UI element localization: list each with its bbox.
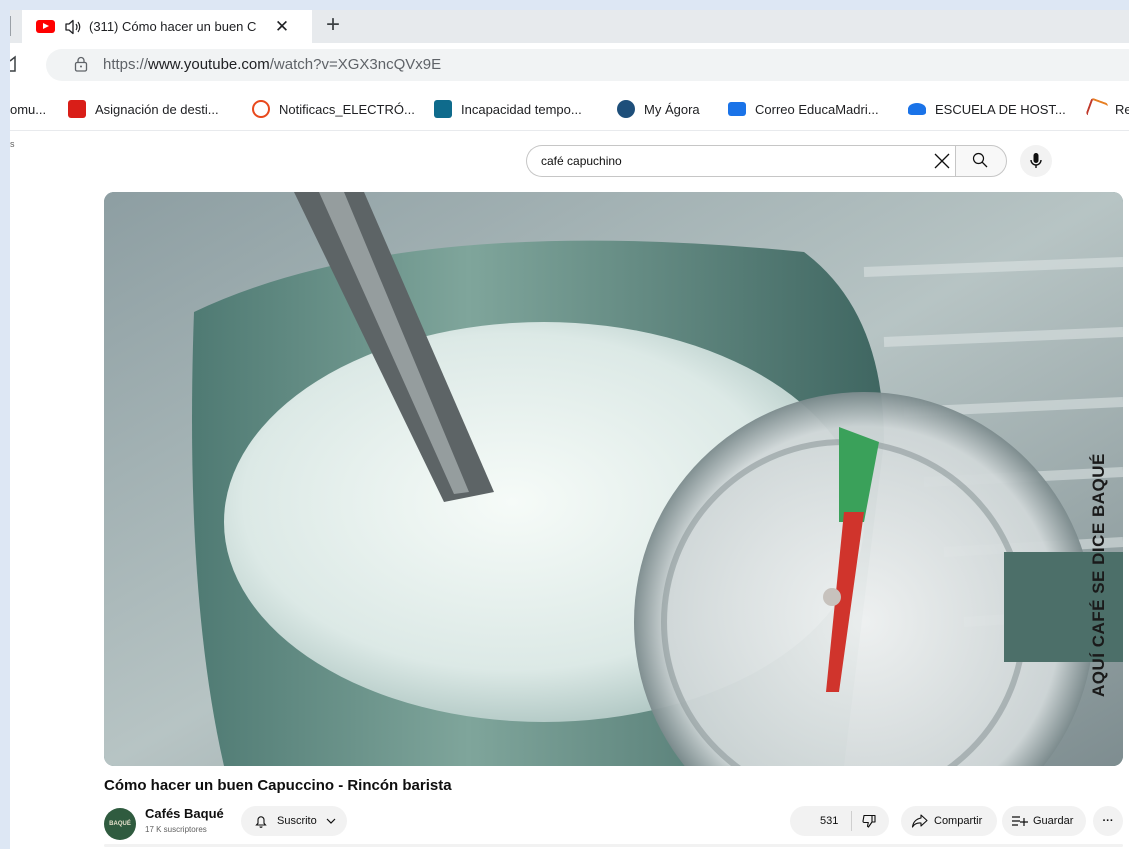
bookmark-label: Correo EducaMadri... [755,101,879,117]
bell-icon [255,816,267,828]
share-label: Compartir [934,815,983,827]
browser-window: (311) Cómo hacer un buen C ✕ + https://w… [10,10,1129,849]
comunidad-madrid-icon [68,100,86,118]
divider [851,811,852,831]
like-dislike-group: 531 [790,806,889,836]
save-label: Guardar [1033,815,1074,827]
voice-search-button[interactable] [1020,145,1052,177]
bookmark-label: Asignación de desti... [95,101,219,117]
agora-icon [617,100,635,118]
tab-strip: (311) Cómo hacer un buen C ✕ + [10,10,1129,43]
bookmark-label: My Ágora [644,101,700,117]
dislike-icon[interactable] [861,813,877,829]
more-dots-icon: ··· [1102,815,1114,827]
subscribed-button[interactable]: Suscrito [241,806,347,836]
bookmark-item[interactable]: omu... [10,99,46,119]
bookmark-item[interactable]: My Ágora [617,99,700,119]
e-notification-icon [252,100,270,118]
subscribed-label: Suscrito [277,815,317,827]
subscriber-count: 17 K suscriptores [145,825,207,834]
search-input[interactable] [541,154,901,168]
bookmark-label: omu... [10,101,47,117]
active-tab[interactable]: (311) Cómo hacer un buen C ✕ [22,10,312,43]
bookmark-label: Notificacs_ELECTRÓ... [279,101,415,117]
share-arrow-icon [911,814,928,828]
close-tab-icon[interactable]: ✕ [273,17,291,37]
tab-title: (311) Cómo hacer un buen C [89,19,257,34]
bookmark-label: Re [1115,101,1129,117]
new-tab-button[interactable]: + [320,13,346,39]
bookmark-item[interactable]: Incapacidad tempo... [434,99,582,119]
youtube-page: s café capuchino AQUÍ CAFÉ SE DICE BAQUÉ… [10,131,1129,849]
left-text-fragment: s [10,139,15,149]
video-player[interactable]: AQUÍ CAFÉ SE DICE BAQUÉ [104,192,1123,766]
channel-name[interactable]: Cafés Baqué [145,806,224,821]
add-to-playlist-icon [1012,816,1028,826]
youtube-favicon-icon [36,20,55,33]
home-icon[interactable] [10,55,24,73]
bookmark-item[interactable]: Asignación de desti... [68,99,219,119]
search-icon[interactable] [972,152,988,168]
lock-icon[interactable] [74,56,88,72]
more-actions-button[interactable]: ··· [1093,806,1123,836]
chevron-down-icon [326,818,336,824]
browser-toolbar: https://www.youtube.com/watch?v=XGX3ncQV… [10,43,1129,87]
feather-icon [1085,97,1109,121]
m-app-icon [434,100,452,118]
clear-search-icon[interactable] [931,150,953,172]
url-path: /watch?v=XGX3ncQVx9E [269,56,442,73]
url-scheme: https:// [103,56,149,73]
graduation-cap-icon [908,103,926,115]
bookmark-label: ESCUELA DE HOST... [935,101,1066,117]
bookmarks-bar: omu... Asignación de desti... Notificacs… [10,87,1129,131]
tab-divider [10,16,11,36]
like-count[interactable]: 531 [820,815,851,827]
brand-watermark: AQUÍ CAFÉ SE DICE BAQUÉ [1089,453,1108,697]
url-text[interactable]: https://www.youtube.com/watch?v=XGX3ncQV… [103,56,441,73]
bookmark-item[interactable]: Notificacs_ELECTRÓ... [252,99,415,119]
url-host: www.youtube.com [148,56,270,73]
speaker-audio-icon[interactable] [63,17,83,37]
mail-envelope-icon [728,102,746,116]
video-title: Cómo hacer un buen Capuccino - Rincón ba… [104,777,452,794]
bookmark-item[interactable]: Correo EducaMadri... [728,99,879,119]
bookmark-item[interactable]: ESCUELA DE HOST... [908,99,1066,119]
microphone-icon [1030,153,1042,168]
search-box[interactable] [526,145,955,177]
share-button[interactable]: Compartir [901,806,997,836]
bookmark-item[interactable]: Re [1085,97,1129,121]
save-button[interactable]: Guardar [1002,806,1086,836]
video-frame-milk-pitcher-thermometer [104,192,1123,766]
bookmark-label: Incapacidad tempo... [461,101,582,117]
channel-avatar[interactable]: BAQUÉ [104,808,136,840]
description-box-edge [104,844,1123,847]
